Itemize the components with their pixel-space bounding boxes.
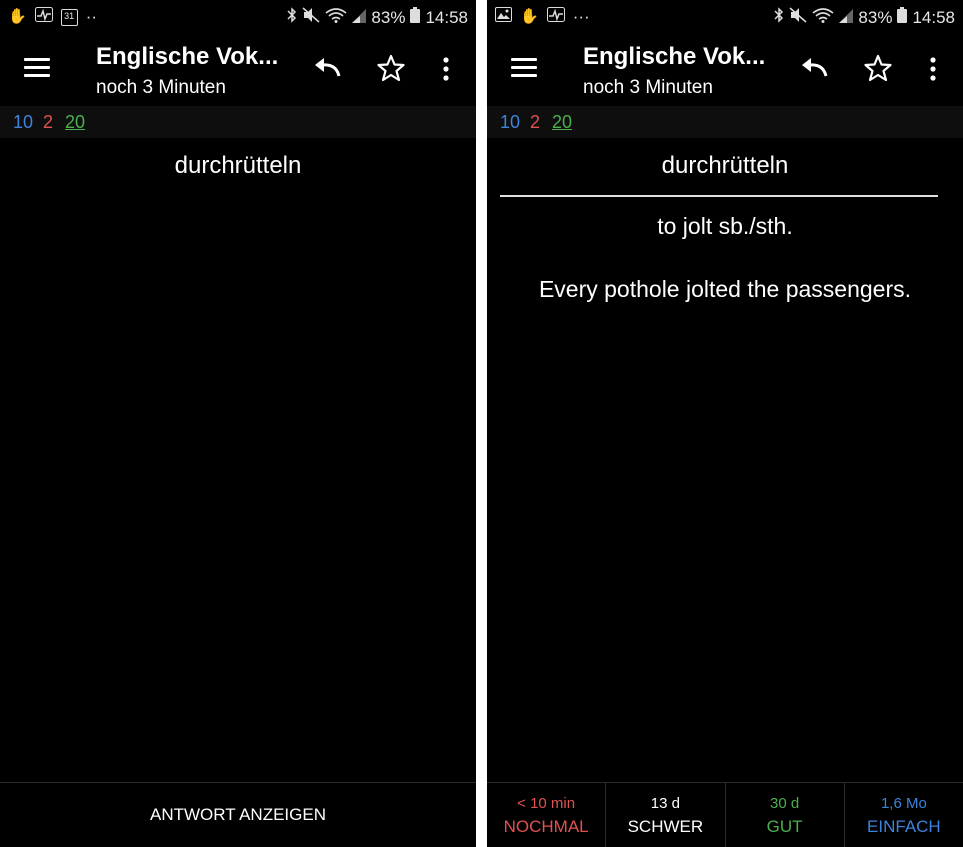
- clock: 14:58: [912, 7, 955, 27]
- status-bar: ✋ 31 ·· 83% 14:58: [0, 0, 476, 34]
- hand-icon: ✋: [8, 8, 27, 25]
- hard-interval: 13 d: [650, 795, 680, 812]
- app-bar: Englische Vok... noch 3 Minuten: [487, 34, 963, 104]
- battery-percent: 83%: [371, 7, 406, 27]
- status-dots: ···: [572, 7, 590, 26]
- image-icon: [495, 7, 512, 27]
- status-bar: ✋ ··· 83% 14:58: [487, 0, 963, 34]
- deck-title: Englische Vok...: [96, 43, 279, 70]
- card-counts: 10 2 20: [487, 106, 963, 138]
- ease-buttons: < 10 min NOCHMAL 13 d SCHWER 30 d GUT 1,…: [487, 783, 963, 847]
- answer-divider: [500, 195, 938, 197]
- card-front: durchrütteln: [661, 152, 789, 179]
- phone-question-screen: ✋ 31 ·· 83% 14:58 Englische Vok... noch …: [0, 0, 476, 847]
- new-count: 10: [13, 112, 34, 132]
- hard-button[interactable]: 13 d SCHWER: [606, 783, 726, 847]
- easy-interval: 1,6 Mo: [880, 795, 927, 812]
- undo-icon[interactable]: [799, 54, 831, 84]
- undo-icon[interactable]: [312, 54, 344, 84]
- bottom-bar: < 10 min NOCHMAL 13 d SCHWER 30 d GUT 1,…: [487, 782, 963, 847]
- good-interval: 30 d: [770, 795, 800, 812]
- card-back: to jolt sb./sth.: [657, 213, 793, 239]
- card-front: durchrütteln: [174, 152, 302, 179]
- show-answer-button[interactable]: ANTWORT ANZEIGEN: [0, 783, 476, 847]
- mute-icon: [302, 7, 320, 28]
- star-icon[interactable]: [377, 54, 405, 82]
- bluetooth-icon: [774, 7, 784, 28]
- mute-icon: [789, 7, 807, 28]
- hand-icon: ✋: [520, 8, 539, 25]
- good-button[interactable]: 30 d GUT: [726, 783, 845, 847]
- more-vert-icon[interactable]: [436, 54, 456, 84]
- battery-percent: 83%: [858, 7, 893, 27]
- review-count: 20: [65, 112, 86, 132]
- status-dots: ··: [85, 7, 98, 26]
- more-vert-icon[interactable]: [923, 54, 943, 84]
- easy-label: EINFACH: [867, 817, 941, 836]
- time-remaining: noch 3 Minuten: [583, 77, 713, 98]
- signal-icon: [839, 8, 854, 28]
- clock: 14:58: [425, 7, 468, 27]
- learn-count: 2: [530, 112, 541, 132]
- easy-button[interactable]: 1,6 Mo EINFACH: [845, 783, 963, 847]
- menu-icon[interactable]: [511, 58, 537, 78]
- card-counts: 10 2 20: [0, 106, 476, 138]
- activity-icon: [34, 7, 53, 27]
- calendar-icon: 31: [60, 8, 78, 26]
- deck-title: Englische Vok...: [583, 43, 766, 70]
- battery-icon: [410, 7, 421, 28]
- bottom-bar: ANTWORT ANZEIGEN: [0, 782, 476, 847]
- review-count: 20: [552, 112, 573, 132]
- star-icon[interactable]: [864, 54, 892, 82]
- wifi-icon: [812, 7, 834, 28]
- good-label: GUT: [766, 817, 803, 836]
- new-count: 10: [500, 112, 521, 132]
- learn-count: 2: [43, 112, 54, 132]
- again-interval: < 10 min: [517, 795, 576, 812]
- signal-icon: [352, 8, 367, 28]
- time-remaining: noch 3 Minuten: [96, 77, 226, 98]
- battery-icon: [897, 7, 908, 28]
- phone-answer-screen: ✋ ··· 83% 14:58 Englische Vok... noch 3 …: [487, 0, 963, 847]
- hard-label: SCHWER: [627, 817, 704, 836]
- example-sentence: Every pothole jolted the passengers.: [538, 276, 912, 302]
- app-bar: Englische Vok... noch 3 Minuten: [0, 34, 476, 104]
- again-button[interactable]: < 10 min NOCHMAL: [487, 783, 607, 847]
- again-label: NOCHMAL: [503, 817, 589, 836]
- wifi-icon: [325, 7, 347, 28]
- bluetooth-icon: [287, 7, 297, 28]
- menu-icon[interactable]: [24, 58, 50, 78]
- activity-icon: [546, 7, 565, 27]
